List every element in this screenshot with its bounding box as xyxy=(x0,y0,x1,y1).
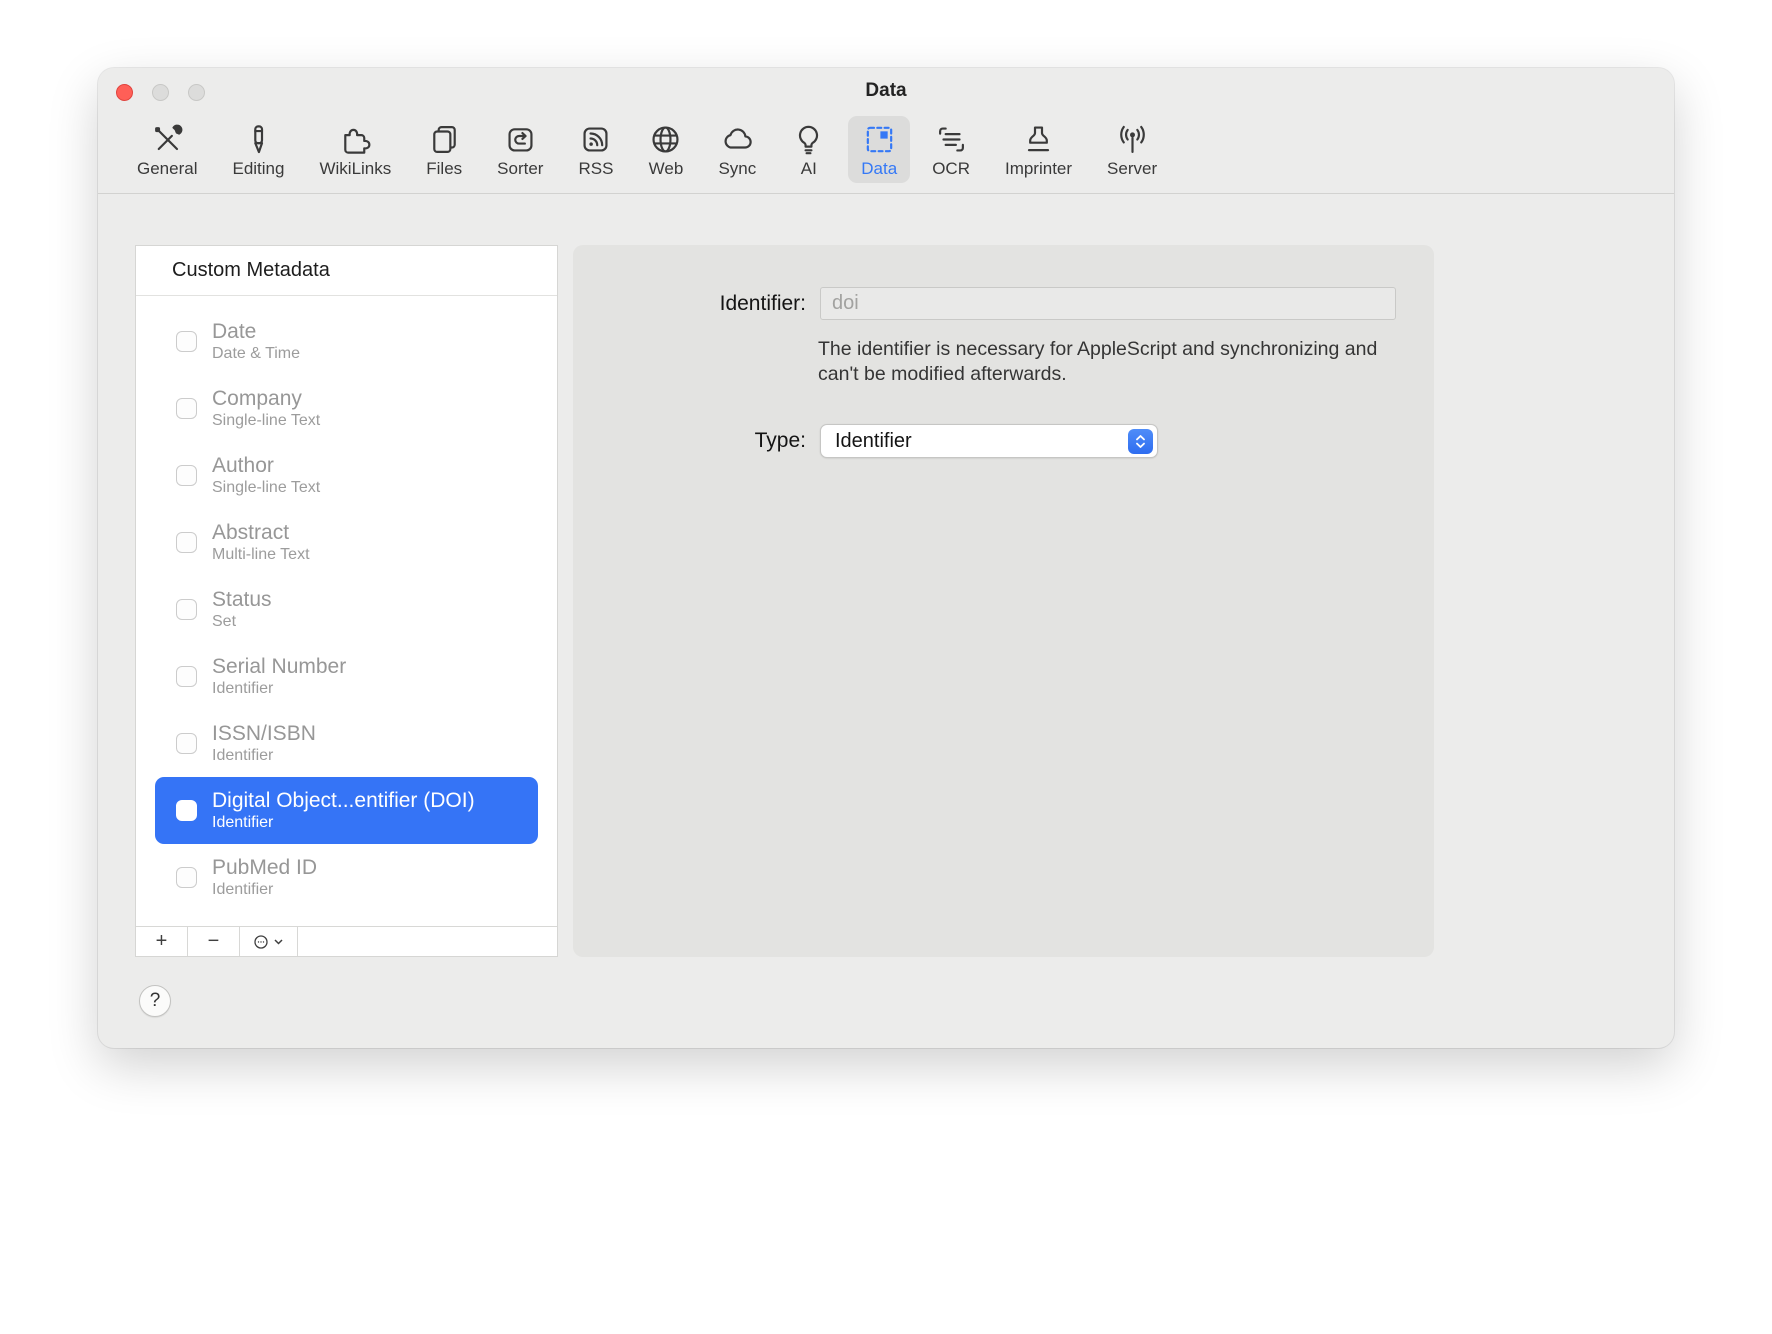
toolbar-item-sorter[interactable]: Sorter xyxy=(484,116,556,183)
item-name: PubMed ID xyxy=(212,856,317,880)
list-item-issn-isbn[interactable]: ISSN/ISBNIdentifier xyxy=(155,710,538,777)
identifier-input[interactable] xyxy=(820,287,1396,320)
pen-icon xyxy=(241,122,276,157)
type-popup-value: Identifier xyxy=(821,430,1128,453)
item-type: Identifier xyxy=(212,746,316,765)
documents-icon xyxy=(427,122,462,157)
cloud-icon xyxy=(720,122,755,157)
toolbar-item-label: Server xyxy=(1107,160,1157,178)
item-name: Serial Number xyxy=(212,655,346,679)
checkbox[interactable] xyxy=(176,733,197,754)
toolbar-item-sync[interactable]: Sync xyxy=(705,116,769,183)
checkbox[interactable] xyxy=(176,666,197,687)
toolbar-item-label: OCR xyxy=(932,160,970,178)
add-item-button[interactable]: + xyxy=(136,927,188,956)
toolbar-item-label: General xyxy=(137,160,197,178)
item-name: Digital Object...entifier (DOI) xyxy=(212,789,475,813)
item-name: Date xyxy=(212,320,300,344)
toolbar-item-server[interactable]: Server xyxy=(1094,116,1170,183)
ocr-text-scan-icon xyxy=(934,122,969,157)
item-name: ISSN/ISBN xyxy=(212,722,316,746)
checkbox[interactable] xyxy=(176,465,197,486)
toolbar-item-editing[interactable]: Editing xyxy=(219,116,297,183)
rss-icon xyxy=(578,122,613,157)
globe-icon xyxy=(648,122,683,157)
ellipsis-circle-icon xyxy=(253,933,271,951)
type-label: Type: xyxy=(573,429,806,453)
metadata-items: DateDate & Time CompanySingle-line Text … xyxy=(136,296,557,911)
sidebar-header: Custom Metadata xyxy=(136,246,557,296)
toolbar-item-label: WikiLinks xyxy=(319,160,391,178)
wrench-screwdriver-icon xyxy=(150,122,185,157)
item-type: Identifier xyxy=(212,813,475,832)
toolbar-item-label: Data xyxy=(861,160,897,178)
list-item-author[interactable]: AuthorSingle-line Text xyxy=(155,442,538,509)
popup-stepper-icon xyxy=(1128,429,1153,454)
detail-panel: Identifier: The identifier is necessary … xyxy=(573,245,1434,957)
checkbox[interactable] xyxy=(176,867,197,888)
help-button[interactable]: ? xyxy=(139,985,171,1017)
item-name: Abstract xyxy=(212,521,310,545)
list-footer-toolbar: + − xyxy=(136,926,557,956)
toolbar-item-general[interactable]: General xyxy=(124,116,210,183)
stamp-icon xyxy=(1021,122,1056,157)
toolbar-item-rss[interactable]: RSS xyxy=(565,116,626,183)
toolbar-item-label: Sorter xyxy=(497,160,543,178)
checkbox[interactable] xyxy=(176,398,197,419)
list-item-pubmed-id[interactable]: PubMed IDIdentifier xyxy=(155,844,538,911)
item-type: Date & Time xyxy=(212,344,300,363)
type-popup-button[interactable]: Identifier xyxy=(820,424,1158,458)
item-type: Single-line Text xyxy=(212,411,320,430)
checkbox[interactable] xyxy=(176,800,197,821)
checkbox[interactable] xyxy=(176,331,197,352)
list-item-date[interactable]: DateDate & Time xyxy=(155,308,538,375)
list-item-company[interactable]: CompanySingle-line Text xyxy=(155,375,538,442)
toolbar-item-ai[interactable]: AI xyxy=(778,116,839,183)
item-type: Multi-line Text xyxy=(212,545,310,564)
window-title: Data xyxy=(98,80,1674,102)
item-type: Set xyxy=(212,612,272,631)
item-type: Identifier xyxy=(212,679,346,698)
list-item-abstract[interactable]: AbstractMulti-line Text xyxy=(155,509,538,576)
sorter-tray-icon xyxy=(503,122,538,157)
checkbox[interactable] xyxy=(176,599,197,620)
toolbar-item-label: Imprinter xyxy=(1005,160,1072,178)
toolbar-item-imprinter[interactable]: Imprinter xyxy=(992,116,1085,183)
preferences-window: Data General Editing WikiLinks xyxy=(98,68,1674,1048)
list-item-status[interactable]: StatusSet xyxy=(155,576,538,643)
toolbar-item-label: Sync xyxy=(718,160,756,178)
toolbar-item-files[interactable]: Files xyxy=(413,116,475,183)
toolbar-item-web[interactable]: Web xyxy=(635,116,696,183)
toolbar-item-label: AI xyxy=(801,160,817,178)
item-type: Identifier xyxy=(212,880,317,899)
identifier-help-text: The identifier is necessary for AppleScr… xyxy=(818,337,1396,387)
item-name: Company xyxy=(212,387,320,411)
puzzle-icon xyxy=(338,122,373,157)
remove-item-button[interactable]: − xyxy=(188,927,240,956)
list-item-serial-number[interactable]: Serial NumberIdentifier xyxy=(155,643,538,710)
checkbox[interactable] xyxy=(176,532,197,553)
item-type: Single-line Text xyxy=(212,478,320,497)
data-dashed-square-icon xyxy=(862,122,897,157)
more-actions-button[interactable] xyxy=(240,927,298,956)
toolbar-item-ocr[interactable]: OCR xyxy=(919,116,983,183)
toolbar-item-label: Editing xyxy=(232,160,284,178)
lightbulb-icon xyxy=(791,122,826,157)
toolbar-item-wikilinks[interactable]: WikiLinks xyxy=(306,116,404,183)
toolbar: General Editing WikiLinks Files xyxy=(98,112,1674,194)
titlebar: Data xyxy=(98,68,1674,112)
item-name: Status xyxy=(212,588,272,612)
chevron-down-icon xyxy=(273,936,284,947)
toolbar-item-data[interactable]: Data xyxy=(848,116,910,183)
toolbar-item-label: RSS xyxy=(578,160,613,178)
custom-metadata-list: Custom Metadata DateDate & Time CompanyS… xyxy=(135,245,558,957)
toolbar-item-label: Files xyxy=(426,160,462,178)
toolbar-item-label: Web xyxy=(649,160,684,178)
identifier-label: Identifier: xyxy=(573,292,806,316)
list-item-doi-selected[interactable]: Digital Object...entifier (DOI)Identifie… xyxy=(155,777,538,844)
item-name: Author xyxy=(212,454,320,478)
antenna-icon xyxy=(1115,122,1150,157)
